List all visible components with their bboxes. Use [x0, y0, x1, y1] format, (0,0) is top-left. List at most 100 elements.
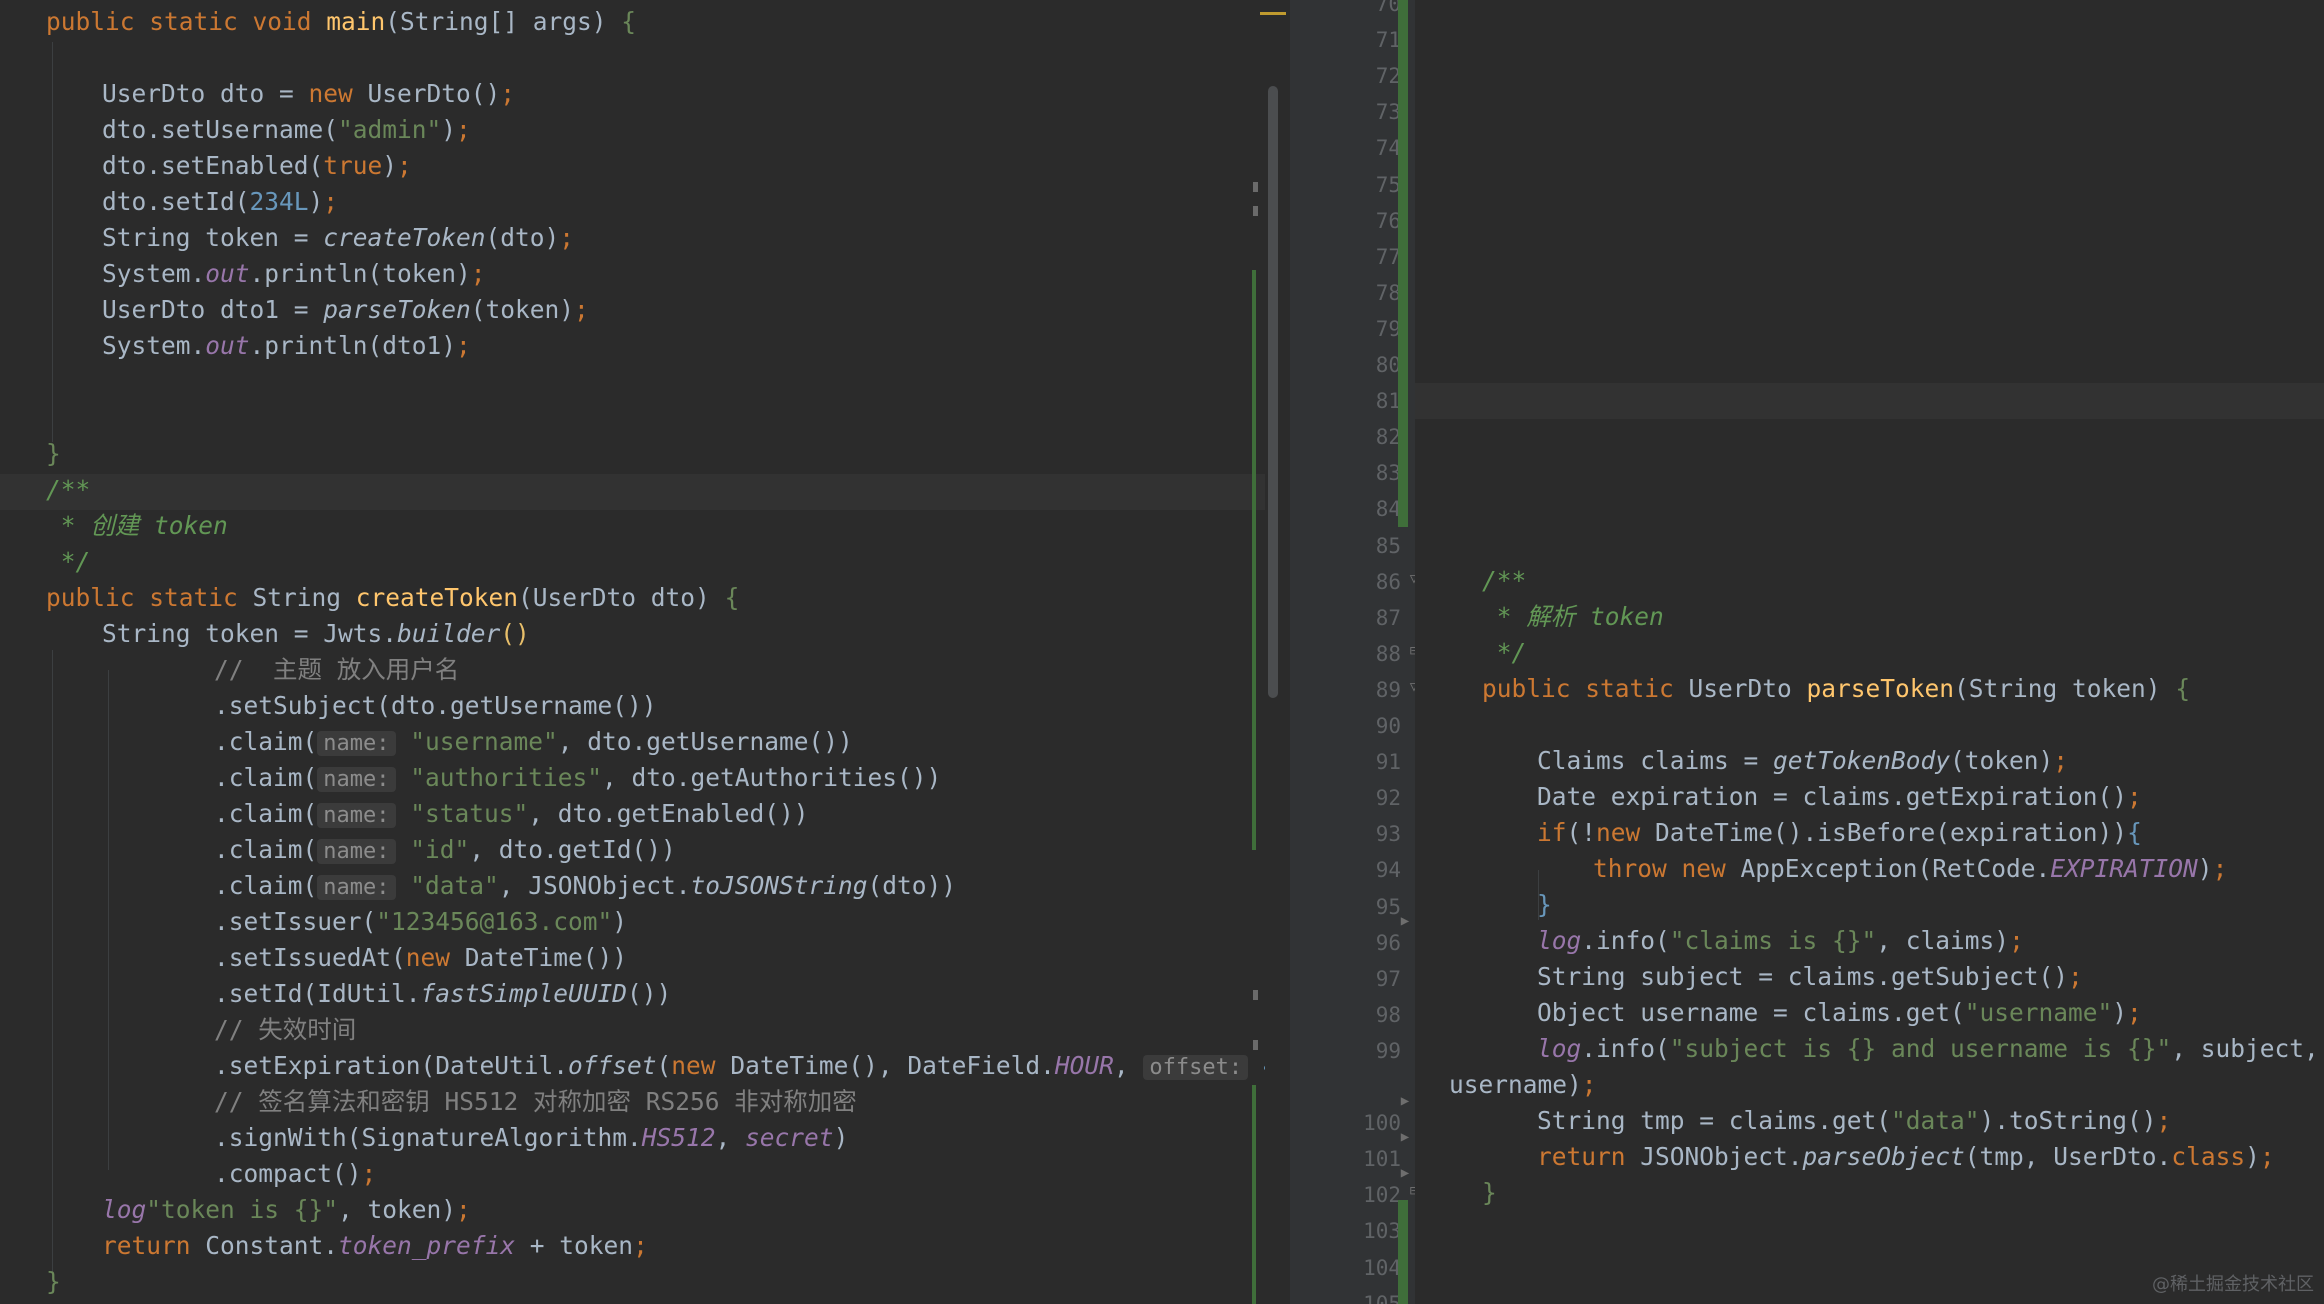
code-line[interactable]: Claims claims = getTokenBody(token); — [1537, 743, 2068, 779]
code-line[interactable]: // 签名算法和密钥 HS512 对称加密 RS256 非对称加密 — [214, 1084, 857, 1120]
token-text: .setIssuer( — [214, 907, 377, 936]
token-static-field: log — [102, 1195, 147, 1224]
code-line[interactable]: Object username = claims.get("username")… — [1537, 995, 2142, 1031]
breakpoint-arrow-icon[interactable]: ▶ — [1398, 1166, 1412, 1180]
code-line[interactable]: public static UserDto parseToken(String … — [1482, 671, 2190, 707]
code-line[interactable]: .claim(name: "id", dto.getId()) — [214, 832, 676, 868]
token-keyword: return — [102, 1231, 206, 1260]
code-line[interactable]: System.out.println(token); — [102, 256, 486, 292]
code-line[interactable]: log.info("claims is {}", claims); — [1537, 923, 2024, 959]
code-line[interactable]: .claim(name: "data", JSONObject.toJSONSt… — [214, 868, 956, 904]
code-line[interactable]: /** — [1482, 563, 1526, 599]
code-line[interactable]: // 失效时间 — [214, 1012, 356, 1048]
token-brace: } — [46, 439, 61, 468]
code-line[interactable]: .setIssuedAt(new DateTime()) — [214, 940, 627, 976]
left-scrollbar-thumb[interactable] — [1268, 86, 1278, 698]
code-line[interactable]: throw new AppException(RetCode.EXPIRATIO… — [1593, 851, 2227, 887]
line-number: 101 — [1363, 1147, 1401, 1172]
token-string: "username" — [395, 727, 558, 756]
code-line[interactable]: UserDto dto1 = parseToken(token); — [102, 292, 589, 328]
line-number: 99 — [1375, 1038, 1401, 1063]
code-line[interactable]: return JSONObject.parseObject(tmp, UserD… — [1537, 1139, 2275, 1175]
code-line[interactable]: dto.setUsername("admin"); — [102, 112, 471, 148]
token-semicolon: ; — [559, 223, 575, 252]
code-line[interactable]: .compact(); — [214, 1156, 376, 1192]
token-text: .info( — [1581, 926, 1670, 955]
token-semicolon: ; — [2212, 854, 2228, 883]
code-line[interactable]: } — [1482, 1175, 1497, 1211]
code-line[interactable]: .setExpiration(DateUtil.offset(new DateT… — [214, 1048, 1265, 1084]
fold-icon[interactable]: ▽ — [1407, 680, 1415, 694]
token-text: Date expiration = claims.getExpiration() — [1537, 782, 2128, 811]
code-line[interactable]: log"token is {}", token); — [102, 1192, 471, 1228]
token-text: .setExpiration(DateUtil. — [214, 1051, 569, 1080]
code-line[interactable]: .setSubject(dto.getUsername()) — [214, 688, 657, 724]
code-line[interactable]: String token = Jwts.builder() — [102, 616, 530, 652]
code-line[interactable]: */ — [46, 544, 91, 580]
code-line[interactable]: } — [46, 1264, 61, 1300]
token-semicolon: ; — [2156, 1106, 2172, 1135]
code-line[interactable]: * 创建 token — [46, 508, 228, 544]
token-text: ) — [612, 907, 628, 936]
line-number: 85 — [1375, 533, 1401, 558]
breakpoint-arrow-icon[interactable]: ▶ — [1398, 914, 1412, 928]
token-doc-comment: */ — [1482, 638, 1527, 667]
token-text: () — [500, 619, 530, 648]
token-static-field: HOUR — [1054, 1051, 1114, 1080]
line-number: 71 — [1375, 28, 1401, 53]
code-line[interactable]: */ — [1482, 635, 1527, 671]
code-line[interactable]: .setId(IdUtil.fastSimpleUUID()) — [214, 976, 671, 1012]
fold-icon[interactable]: ⊟ — [1407, 1184, 1415, 1198]
line-number: 97 — [1375, 966, 1401, 991]
code-line[interactable]: } — [46, 436, 61, 472]
breakpoint-arrow-icon[interactable]: ▶ — [1398, 1130, 1412, 1144]
vcs-change-marker — [1252, 1085, 1256, 1304]
code-line[interactable]: .claim(name: "status", dto.getEnabled()) — [214, 796, 809, 832]
fold-icon[interactable]: ⊟ — [1407, 644, 1415, 658]
code-line[interactable]: username); — [1449, 1067, 1597, 1103]
code-line[interactable]: String subject = claims.getSubject(); — [1537, 959, 2083, 995]
vcs-change-marker — [1398, 0, 1408, 527]
token-semicolon: ; — [456, 331, 471, 360]
token-text: .info( — [1581, 1034, 1670, 1063]
code-line[interactable]: log.info("subject is {} and username is … — [1537, 1031, 2319, 1067]
code-line[interactable]: return Constant.token_prefix + token; — [102, 1228, 648, 1264]
code-line[interactable]: // 主题 放入用户名 — [214, 652, 459, 688]
code-line[interactable]: .signWith(SignatureAlgorithm.HS512, secr… — [214, 1120, 848, 1156]
token-text: ) — [308, 187, 324, 216]
parameter-hint: name: — [317, 767, 396, 792]
code-line[interactable]: dto.setEnabled(true); — [102, 148, 412, 184]
breakpoint-arrow-icon[interactable]: ▶ — [1398, 1094, 1412, 1108]
code-line[interactable]: String tmp = claims.get("data").toString… — [1537, 1103, 2171, 1139]
token-text: ) — [441, 115, 457, 144]
fold-icon[interactable]: ▽ — [1407, 572, 1415, 586]
vcs-change-marker — [1398, 1200, 1408, 1304]
line-number: 92 — [1375, 786, 1401, 811]
code-line[interactable]: if(!new DateTime().isBefore(expiration))… — [1537, 815, 2142, 851]
token-semicolon: ; — [323, 187, 339, 216]
code-line[interactable]: String token = createToken(dto); — [102, 220, 574, 256]
code-line[interactable]: .claim(name: "authorities", dto.getAutho… — [214, 760, 941, 796]
parameter-hint: name: — [317, 731, 396, 756]
token-text: .compact() — [214, 1159, 362, 1188]
left-editor-pane[interactable]: public static void main(String[] args) {… — [0, 0, 1265, 1304]
code-line[interactable]: public static void main(String[] args) { — [46, 4, 636, 40]
code-line[interactable]: System.out.println(dto1); — [102, 328, 471, 364]
code-line[interactable]: dto.setId(234L); — [102, 184, 338, 220]
token-text: (UserDto dto) — [518, 583, 725, 612]
right-editor-pane[interactable]: /** * 解析 token */ public static UserDto … — [1415, 0, 2324, 1304]
code-line[interactable]: Date expiration = claims.getExpiration()… — [1537, 779, 2142, 815]
code-line[interactable]: * 解析 token — [1482, 599, 1664, 635]
code-line[interactable]: public static String createToken(UserDto… — [46, 580, 739, 616]
code-line[interactable]: UserDto dto = new UserDto(); — [102, 76, 515, 112]
token-static-method: toJSONString — [690, 871, 868, 900]
line-number-gutter: 70 71 72 73 74 75 76 77 78 79 80 81 82 83 84 85 86 87 88 89… — [1290, 0, 1415, 1304]
token-string: "claims is {}" — [1669, 926, 1877, 955]
code-line[interactable]: } — [1537, 887, 1552, 923]
code-line[interactable]: .setIssuer("123456@163.com") — [214, 904, 627, 940]
line-number: 72 — [1375, 64, 1401, 89]
line-number: 100 — [1363, 1111, 1401, 1136]
code-line[interactable]: .claim(name: "username", dto.getUsername… — [214, 724, 853, 760]
token-text: String tmp = claims.get( — [1537, 1106, 1892, 1135]
code-line[interactable]: /** — [46, 472, 90, 508]
